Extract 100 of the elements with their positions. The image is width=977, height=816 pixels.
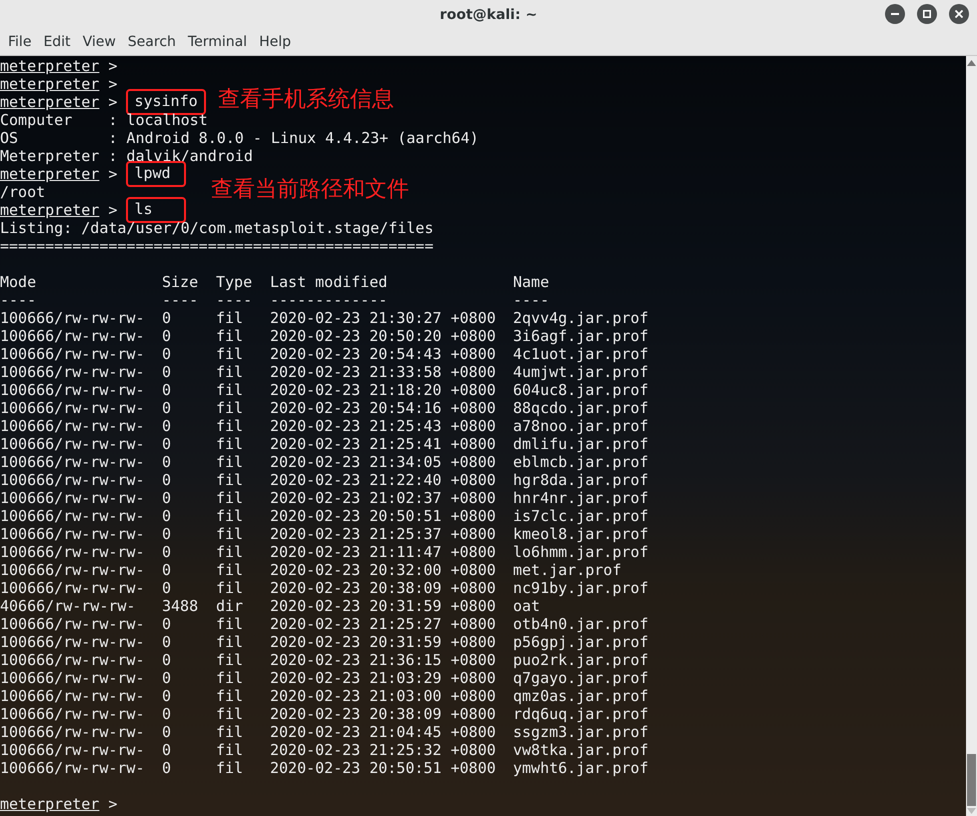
table-cell-text: fil xyxy=(216,687,244,705)
column-header: Last modified xyxy=(270,273,388,291)
output-text: /root xyxy=(0,183,46,201)
menu-item[interactable]: Search xyxy=(122,32,182,53)
table-cell: puo2rk.jar.prof xyxy=(513,651,648,669)
header-underline: ---- xyxy=(0,291,38,309)
maximize-button[interactable] xyxy=(917,4,937,24)
table-cell-text: 2020-02-23 21:22:40 +0800 xyxy=(270,471,497,489)
scroll-up-icon[interactable] xyxy=(967,60,976,66)
table-cell-text: 100666/rw-rw-rw- xyxy=(0,435,146,453)
table-cell-text: 100666/rw-rw-rw- xyxy=(0,453,146,471)
table-cell-text: fil xyxy=(216,759,244,777)
table-cell-text: 100666/rw-rw-rw- xyxy=(0,417,146,435)
prompt-label: meterpreter xyxy=(0,75,100,93)
prompt-sign: > xyxy=(107,75,118,93)
table-cell-text: fil xyxy=(216,399,244,417)
table-cell-text: 2020-02-23 21:04:45 +0800 xyxy=(270,723,497,741)
table-cell-text: 100666/rw-rw-rw- xyxy=(0,345,146,363)
table-cell-text: 100666/rw-rw-rw- xyxy=(0,615,146,633)
table-cell-text: 2020-02-23 21:25:32 +0800 xyxy=(270,741,497,759)
table-cell-text: 100666/rw-rw-rw- xyxy=(0,723,146,741)
table-cell-text: 2020-02-23 20:50:20 +0800 xyxy=(270,327,497,345)
table-cell-text: 0 xyxy=(162,633,172,651)
table-cell: oat xyxy=(513,597,540,615)
table-cell-text: fil xyxy=(216,471,244,489)
table-cell-text: 2020-02-23 21:25:41 +0800 xyxy=(270,435,497,453)
table-cell: qmz0as.jar.prof xyxy=(513,687,648,705)
table-cell: p56gpj.jar.prof xyxy=(513,633,648,651)
table-cell-text: 100666/rw-rw-rw- xyxy=(0,525,146,543)
table-cell: 604uc8.jar.prof xyxy=(513,381,648,399)
table-cell-text: 0 xyxy=(162,417,172,435)
table-cell: kmeol8.jar.prof xyxy=(513,525,648,543)
table-cell-text: 100666/rw-rw-rw- xyxy=(0,363,146,381)
menu-item[interactable]: Edit xyxy=(37,32,77,53)
table-cell-text: 2020-02-23 21:25:27 +0800 xyxy=(270,615,497,633)
prompt-label: meterpreter xyxy=(0,201,100,219)
table-cell: rdq6uq.jar.prof xyxy=(513,705,648,723)
annotation-text: 查看当前路径和文件 xyxy=(211,177,409,203)
annotation-text: 查看手机系统信息 xyxy=(218,87,394,113)
menu-item[interactable]: File xyxy=(2,32,38,53)
table-cell-text: 2020-02-23 20:50:51 +0800 xyxy=(270,759,497,777)
table-cell: 4c1uot.jar.prof xyxy=(513,345,648,363)
table-cell: hgr8da.jar.prof xyxy=(513,471,648,489)
menu-item[interactable]: Terminal xyxy=(182,32,254,53)
table-cell-text: 100666/rw-rw-rw- xyxy=(0,705,146,723)
table-cell-text: 100666/rw-rw-rw- xyxy=(0,471,146,489)
table-cell-text: 100666/rw-rw-rw- xyxy=(0,543,146,561)
table-cell-text: 0 xyxy=(162,345,172,363)
table-cell-text: 100666/rw-rw-rw- xyxy=(0,489,146,507)
command-text: sysinfo xyxy=(126,89,206,115)
table-cell-text: 100666/rw-rw-rw- xyxy=(0,327,146,345)
output-text: OS : Android 8.0.0 - Linux 4.4.23+ (aarch64) xyxy=(0,129,479,147)
header-underline: ---- xyxy=(162,291,200,309)
table-cell-text: 100666/rw-rw-rw- xyxy=(0,309,146,327)
column-header: Name xyxy=(513,273,550,291)
table-cell-text: fil xyxy=(216,435,244,453)
table-cell-text: 0 xyxy=(162,381,172,399)
minimize-button[interactable] xyxy=(885,4,905,24)
close-icon xyxy=(955,10,963,18)
table-cell-text: 2020-02-23 21:36:15 +0800 xyxy=(270,651,497,669)
table-cell-text: 0 xyxy=(162,435,172,453)
prompt-sign: > xyxy=(107,93,118,111)
table-cell: ssgzm3.jar.prof xyxy=(513,723,648,741)
table-cell-text: fil xyxy=(216,489,244,507)
table-cell-text: fil xyxy=(216,327,244,345)
table-cell: 4umjwt.jar.prof xyxy=(513,363,648,381)
table-cell-text: 2020-02-23 20:32:00 +0800 xyxy=(270,561,497,579)
table-cell-text: fil xyxy=(216,705,244,723)
table-cell-text: 0 xyxy=(162,327,172,345)
table-cell-text: 0 xyxy=(162,525,172,543)
table-cell: met.jar.prof xyxy=(513,561,622,579)
table-cell-text: 0 xyxy=(162,309,172,327)
menu-item[interactable]: Help xyxy=(253,32,297,53)
table-cell: a78noo.jar.prof xyxy=(513,417,648,435)
maximize-icon xyxy=(923,10,931,18)
table-cell-text: 2020-02-23 21:25:43 +0800 xyxy=(270,417,497,435)
table-cell: lo6hmm.jar.prof xyxy=(513,543,648,561)
table-cell-text: fil xyxy=(216,633,244,651)
menu-item[interactable]: View xyxy=(76,32,122,53)
header-underline: ---- xyxy=(513,291,550,309)
table-cell-text: 0 xyxy=(162,543,172,561)
table-cell-text: 100666/rw-rw-rw- xyxy=(0,381,146,399)
table-cell: otb4n0.jar.prof xyxy=(513,615,648,633)
table-cell-text: 0 xyxy=(162,651,172,669)
table-cell-text: 0 xyxy=(162,615,172,633)
table-cell-text: fil xyxy=(216,543,244,561)
table-cell-text: 0 xyxy=(162,507,172,525)
table-cell-text: 100666/rw-rw-rw- xyxy=(0,633,146,651)
table-cell-text: 0 xyxy=(162,471,172,489)
table-cell-text: fil xyxy=(216,579,244,597)
table-cell-text: 100666/rw-rw-rw- xyxy=(0,759,146,777)
table-cell-text: 0 xyxy=(162,399,172,417)
column-header: Type xyxy=(216,273,254,291)
scroll-thumb[interactable] xyxy=(967,754,976,806)
prompt-sign: > xyxy=(107,165,118,183)
table-cell: 3i6agf.jar.prof xyxy=(513,327,648,345)
prompt-label: meterpreter xyxy=(0,93,100,111)
table-cell-text: 0 xyxy=(162,741,172,759)
table-cell-text: 2020-02-23 20:38:09 +0800 xyxy=(270,579,497,597)
close-button[interactable] xyxy=(949,4,969,24)
